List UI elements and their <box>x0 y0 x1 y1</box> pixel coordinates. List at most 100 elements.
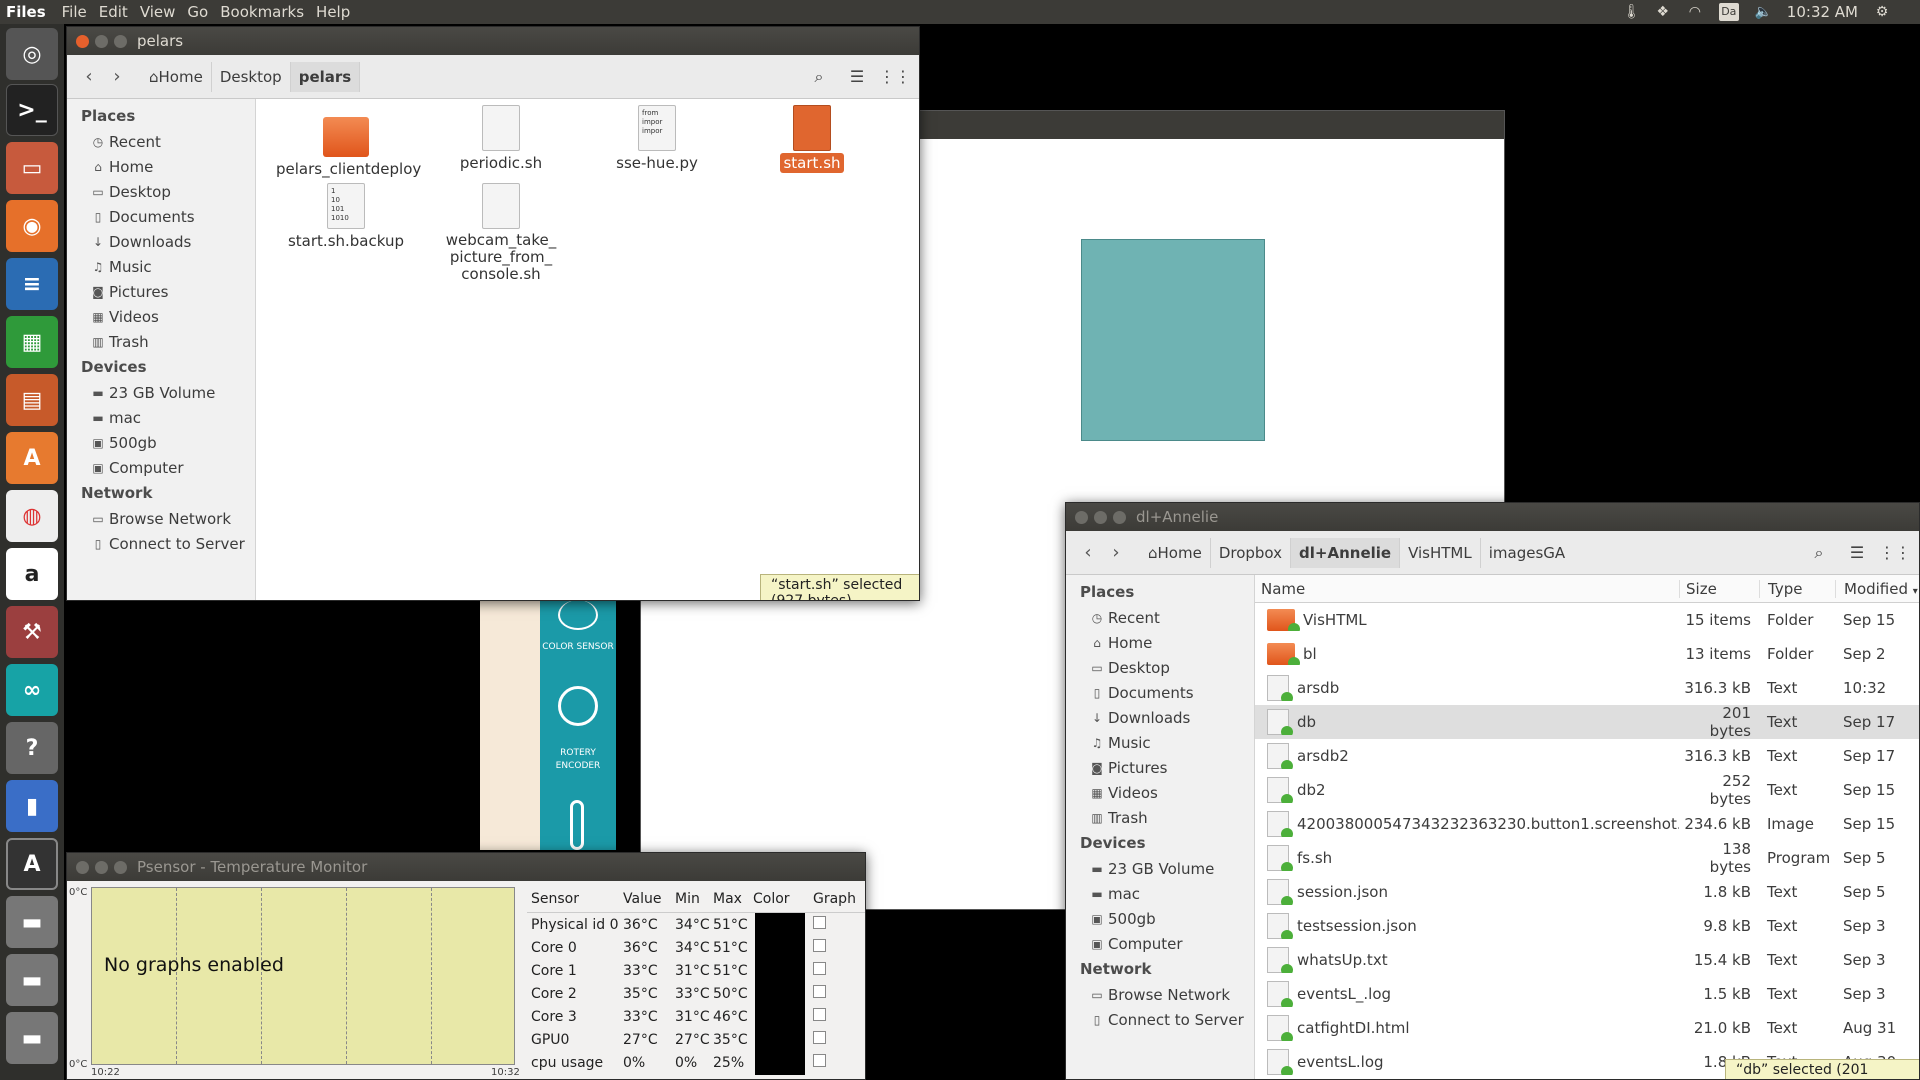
sidebar-item-pictures[interactable]: ◙ Pictures <box>1066 755 1254 780</box>
table-row[interactable]: Core 2 35°C 33°C 50°C <box>527 982 865 1005</box>
breadcrumb-dl-annelie[interactable]: dl+Annelie <box>1291 537 1401 568</box>
graph-checkbox[interactable] <box>813 1008 826 1021</box>
sidebar-item-desktop[interactable]: ▭ Desktop <box>67 179 255 204</box>
table-row[interactable]: catfightDI.html 21.0 kB Text Aug 31 <box>1255 1011 1919 1045</box>
minimize-button[interactable] <box>95 34 108 48</box>
column-name[interactable]: Name <box>1255 580 1679 598</box>
sidebar-item-downloads[interactable]: ↓ Downloads <box>1066 705 1254 730</box>
close-button[interactable] <box>76 34 89 48</box>
firefox-icon[interactable]: ◉ <box>6 200 58 252</box>
breadcrumb-dropbox[interactable]: Dropbox <box>1211 537 1292 568</box>
close-button[interactable] <box>76 860 89 874</box>
software-center-icon[interactable]: A <box>6 432 58 484</box>
graph-checkbox[interactable] <box>813 1054 826 1067</box>
breadcrumb-home[interactable]: ⌂Home <box>141 61 212 92</box>
file-item[interactable]: from impor impor sse-hue.py <box>587 105 727 172</box>
column-size[interactable]: Size <box>1679 579 1759 598</box>
graph-checkbox[interactable] <box>813 1031 826 1044</box>
sidebar-item-desktop[interactable]: ▭ Desktop <box>1066 655 1254 680</box>
sidebar-item-recent[interactable]: ◷ Recent <box>1066 605 1254 630</box>
menu-file[interactable]: File <box>56 3 93 21</box>
sidebar-item-volume[interactable]: ▬ 23 GB Volume <box>1066 856 1254 881</box>
maximize-button[interactable] <box>1113 510 1126 524</box>
file-item[interactable]: 1 10 101 1010 start.sh.backup <box>276 183 416 250</box>
settings-icon[interactable]: ⚒ <box>6 606 58 658</box>
temperature-indicator-icon[interactable]: 🌡 <box>1623 4 1641 20</box>
sidebar-item-home[interactable]: ⌂ Home <box>67 154 255 179</box>
sidebar-item-videos[interactable]: ▦ Videos <box>67 304 255 329</box>
files-icon[interactable]: ▭ <box>6 142 58 194</box>
breadcrumb-imagesga[interactable]: imagesGA <box>1481 538 1573 568</box>
column-min[interactable]: Min <box>671 891 709 907</box>
table-row[interactable]: whatsUp.txt 15.4 kB Text Sep 3 <box>1255 943 1919 977</box>
search-icon[interactable]: ⌕ <box>803 62 835 92</box>
breadcrumb-desktop[interactable]: Desktop <box>212 61 291 92</box>
table-row[interactable]: Core 1 33°C 31°C 51°C <box>527 959 865 982</box>
close-button[interactable] <box>1075 510 1088 524</box>
sidebar-item-trash[interactable]: ▥ Trash <box>1066 805 1254 830</box>
table-row[interactable]: Core 0 36°C 34°C 51°C <box>527 936 865 959</box>
keyboard-layout-indicator[interactable]: Da <box>1718 3 1739 21</box>
file-item[interactable]: pelars_clientdeploy <box>276 111 421 178</box>
minimize-button[interactable] <box>1094 510 1107 524</box>
column-graph[interactable]: Graph <box>805 891 856 907</box>
sidebar-item-recent[interactable]: ◷ Recent <box>67 129 255 154</box>
maximize-button[interactable] <box>114 34 127 48</box>
table-row[interactable]: db2 252 bytes Text Sep 15 <box>1255 772 1919 808</box>
table-row[interactable]: bl 13 items Folder Sep 2 <box>1255 637 1919 671</box>
table-row[interactable]: arsdb2 316.3 kB Text Sep 17 <box>1255 739 1919 773</box>
arduino-icon[interactable]: ∞ <box>6 664 58 716</box>
search-icon[interactable]: ⌕ <box>1803 538 1835 568</box>
wifi-icon[interactable]: ◠ <box>1687 4 1703 20</box>
volume-muted-icon[interactable]: 🔈 <box>1755 4 1772 20</box>
sidebar-item-browse-network[interactable]: ▭ Browse Network <box>1066 982 1254 1007</box>
sidebar-item-music[interactable]: ♫ Music <box>67 254 255 279</box>
sidebar-item-mac[interactable]: ▬ mac <box>1066 881 1254 906</box>
table-row[interactable]: testsession.json 9.8 kB Text Sep 3 <box>1255 909 1919 943</box>
gear-icon[interactable]: ⚙ <box>1874 4 1890 20</box>
file-item[interactable]: periodic.sh <box>431 105 571 172</box>
table-row[interactable]: eventsL_.log 1.5 kB Text Sep 3 <box>1255 977 1919 1011</box>
back-button[interactable]: ‹ <box>1074 539 1102 567</box>
table-row[interactable]: db 201 bytes Text Sep 17 <box>1255 704 1919 740</box>
list-view-icon[interactable]: ☰ <box>1841 538 1873 568</box>
drive-icon[interactable]: ▬ <box>6 1012 58 1064</box>
thermometer-app-icon[interactable]: ▮ <box>6 780 58 832</box>
file-item[interactable]: webcam_take_ picture_from_ console.sh <box>431 183 571 283</box>
graph-checkbox[interactable] <box>813 962 826 975</box>
grid-view-icon[interactable]: ⋮⋮ <box>879 62 911 92</box>
chrome-icon[interactable]: ◍ <box>6 490 58 542</box>
menu-go[interactable]: Go <box>181 3 214 21</box>
table-row[interactable]: GPU0 27°C 27°C 35°C <box>527 1028 865 1051</box>
table-row[interactable]: fs.sh 138 bytes Program Sep 5 <box>1255 840 1919 876</box>
dropbox-icon[interactable]: ❖ <box>1655 4 1671 20</box>
impress-icon[interactable]: ▤ <box>6 374 58 426</box>
sidebar-item-documents[interactable]: ▯ Documents <box>67 204 255 229</box>
table-row[interactable]: session.json 1.8 kB Text Sep 5 <box>1255 875 1919 909</box>
sidebar-item-browse-network[interactable]: ▭ Browse Network <box>67 506 255 531</box>
terminal-icon[interactable]: >_ <box>6 84 58 136</box>
sidebar-item-videos[interactable]: ▦ Videos <box>1066 780 1254 805</box>
dash-home-icon[interactable]: ◎ <box>6 28 58 80</box>
sidebar-item-500gb[interactable]: ▣ 500gb <box>1066 906 1254 931</box>
help-icon[interactable]: ? <box>6 722 58 774</box>
sidebar-item-connect-server[interactable]: ▯ Connect to Server <box>67 531 255 556</box>
sidebar-item-computer[interactable]: ▣ Computer <box>1066 931 1254 956</box>
breadcrumb-vishtml[interactable]: VisHTML <box>1400 537 1481 568</box>
grid-view-icon[interactable]: ⋮⋮ <box>1879 538 1911 568</box>
table-row[interactable]: Core 3 33°C 31°C 46°C <box>527 1005 865 1028</box>
calc-icon[interactable]: ▦ <box>6 316 58 368</box>
drive-icon[interactable]: ▬ <box>6 896 58 948</box>
forward-button[interactable]: › <box>1102 539 1130 567</box>
sidebar-item-volume[interactable]: ▬ 23 GB Volume <box>67 380 255 405</box>
column-type[interactable]: Type <box>1759 579 1835 598</box>
column-value[interactable]: Value <box>619 891 671 907</box>
sidebar-item-trash[interactable]: ▥ Trash <box>67 329 255 354</box>
table-row[interactable]: Physical id 0 36°C 34°C 51°C <box>527 913 865 936</box>
column-sensor[interactable]: Sensor <box>527 891 619 907</box>
menu-bookmarks[interactable]: Bookmarks <box>214 3 310 21</box>
menu-edit[interactable]: Edit <box>93 3 134 21</box>
table-row[interactable]: arsdb 316.3 kB Text 10:32 <box>1255 671 1919 705</box>
sidebar-item-connect-server[interactable]: ▯ Connect to Server <box>1066 1007 1254 1032</box>
table-row[interactable]: cpu usage 0% 0% 25% <box>527 1051 865 1074</box>
